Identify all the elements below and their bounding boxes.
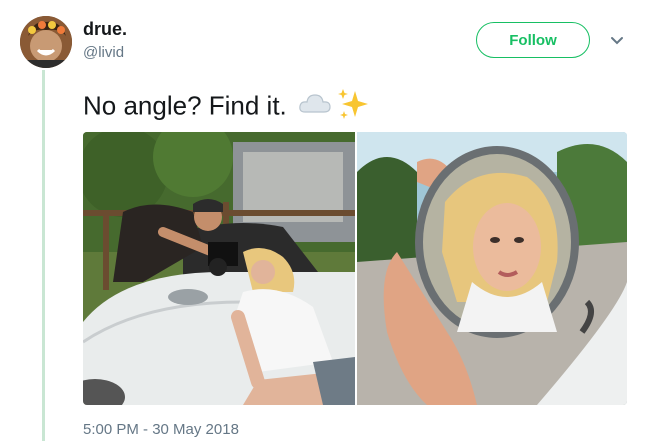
media-grid [83,132,627,405]
photo-2[interactable] [357,132,627,405]
tweet-timestamp[interactable]: 5:00 PM - 30 May 2018 [83,421,239,438]
avatar[interactable] [20,16,72,68]
follow-button[interactable]: Follow [476,22,590,58]
chevron-down-icon [611,37,623,45]
cloud-icon [298,92,332,123]
tweet-text: No angle? Find it. [83,90,287,121]
sparkles-icon [336,87,370,128]
thread-line [42,70,45,441]
photo-1[interactable] [83,132,355,405]
more-options-button[interactable] [606,30,628,52]
tweet-text-row: No angle? Find it. [83,87,370,128]
display-name[interactable]: drue. [83,19,127,40]
user-handle[interactable]: @livid [83,44,124,61]
